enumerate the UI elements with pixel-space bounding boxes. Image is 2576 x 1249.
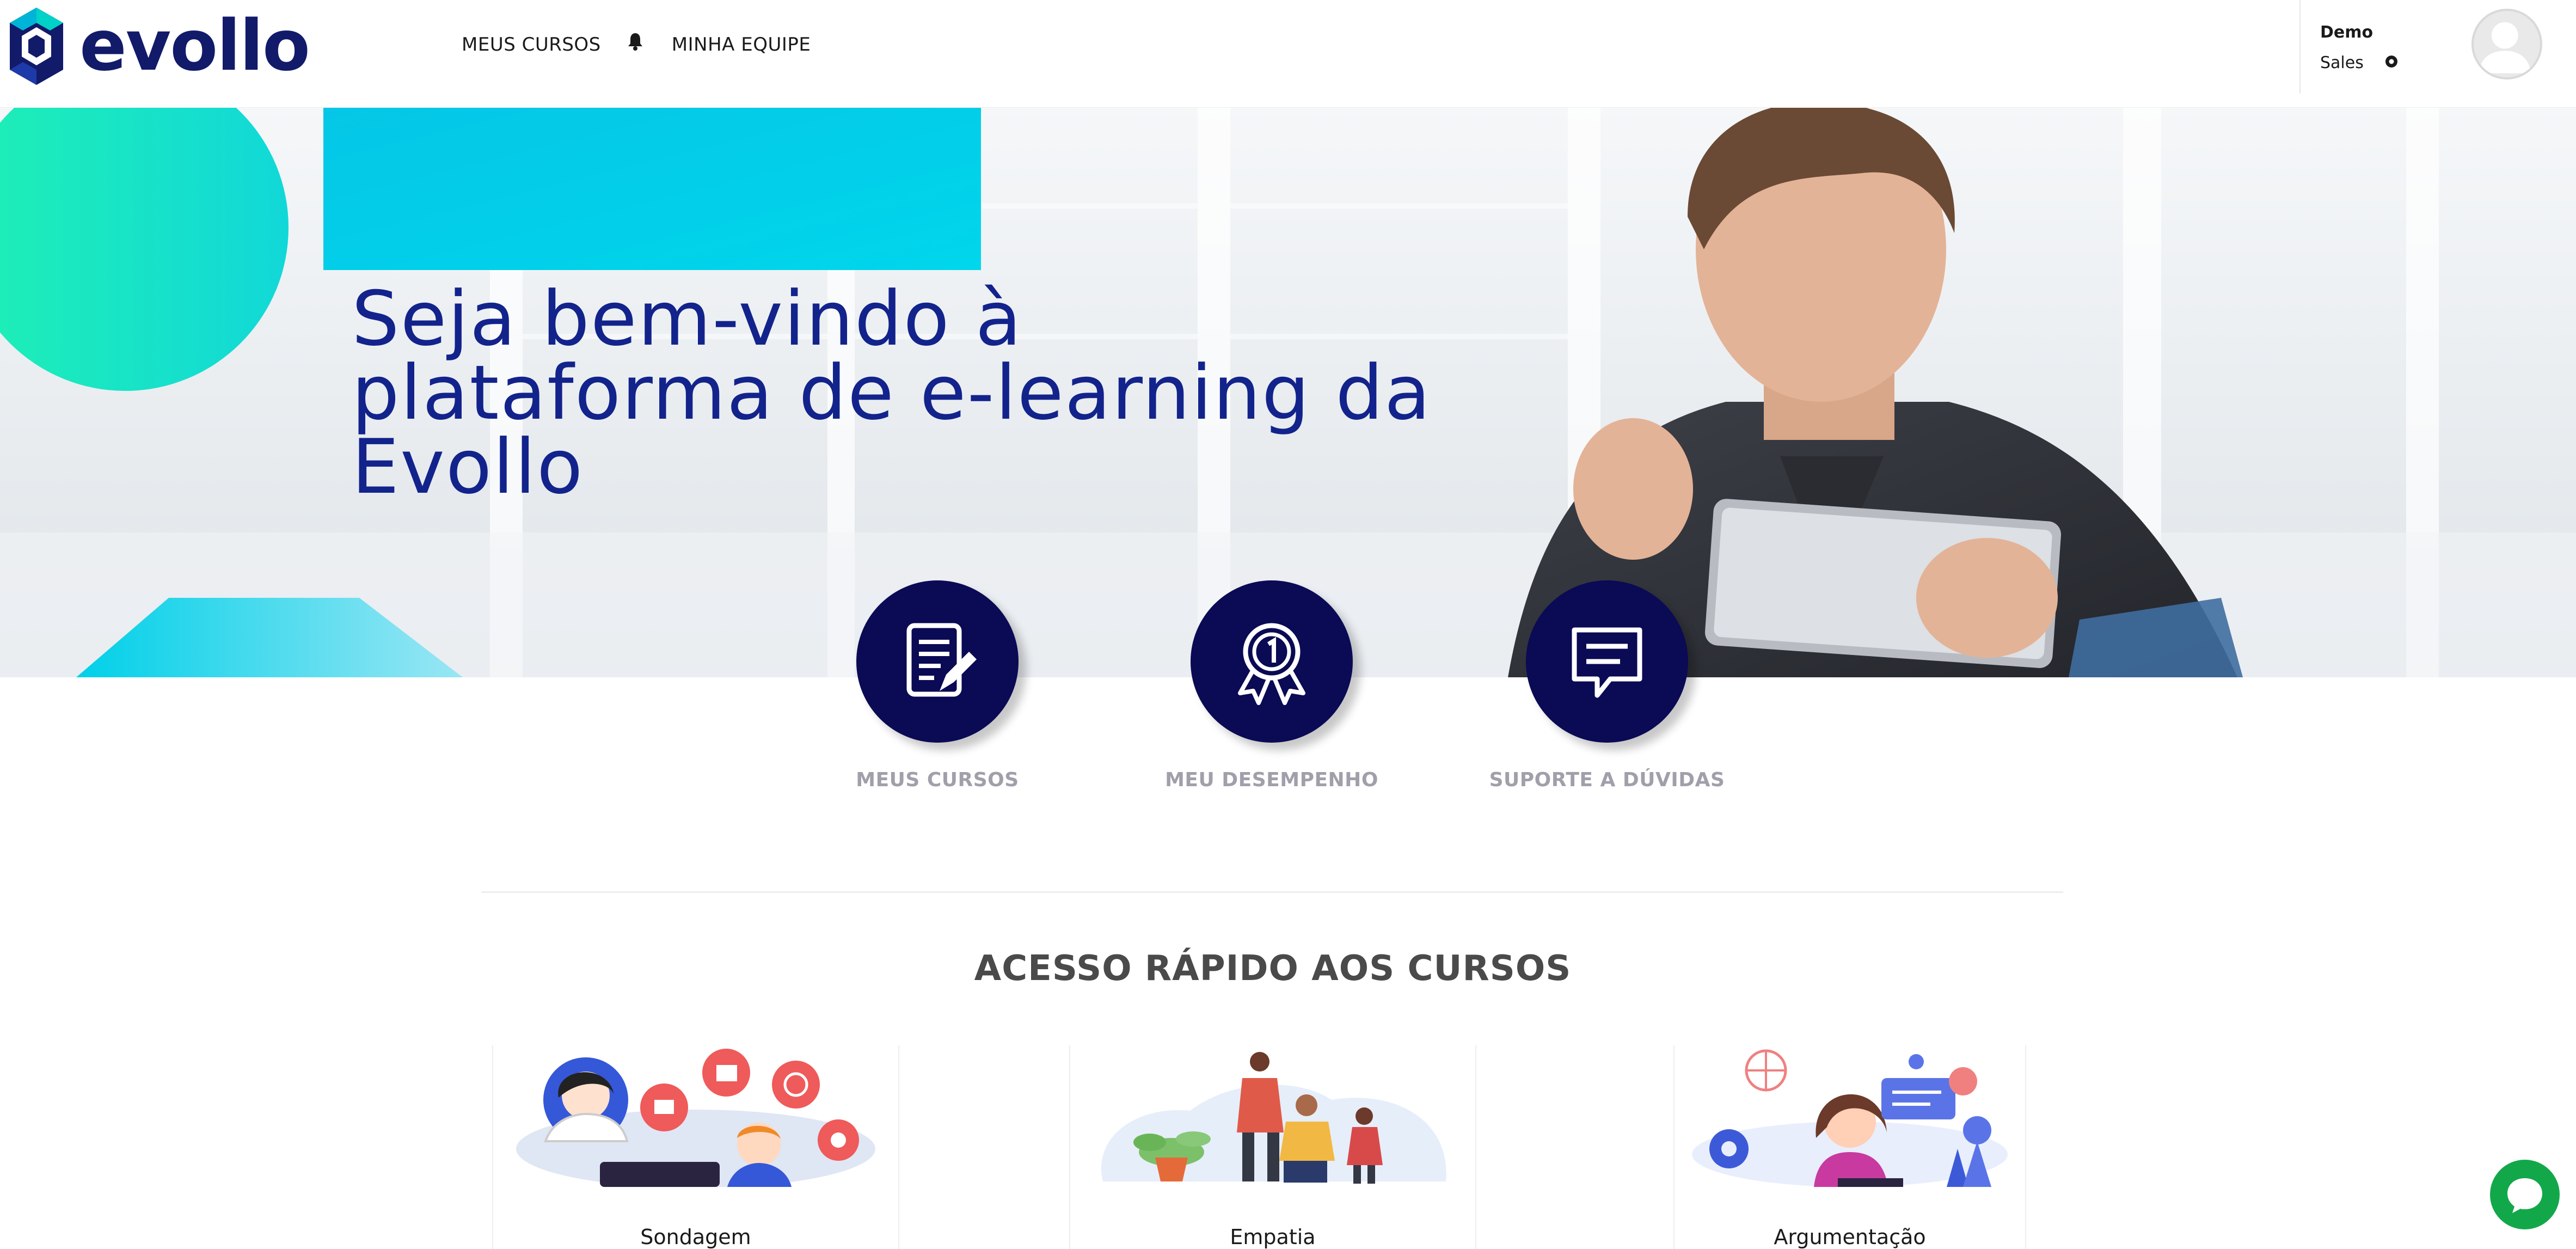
user-avatar-icon [2479,22,2531,74]
course-card-argumentacao[interactable]: Argumentação [1673,1045,2026,1249]
main-nav: MEUS CURSOS MINHA EQUIPE [462,33,811,57]
course-illustration-empatia [1101,1052,1446,1184]
nav-minha-equipe[interactable]: MINHA EQUIPE [672,34,811,56]
user-menu[interactable]: Demo Sales [2299,0,2576,94]
chat-message-icon [1572,627,1642,698]
feature-circle[interactable] [856,580,1019,743]
evollo-logo[interactable]: evollo [7,5,310,87]
section-title: ACESSO RÁPIDO AOS CURSOS [974,948,1572,989]
feature-meus-cursos[interactable]: MEUS CURSOS [769,580,1106,791]
chat-widget-button[interactable] [2490,1160,2560,1229]
feature-label: MEU DESEMPENHO [1165,769,1378,791]
course-label: Empatia [1230,1225,1316,1249]
avatar[interactable] [2471,9,2542,79]
course-label: Argumentação [1774,1225,1926,1249]
chat-bubble-icon [2507,1178,2542,1213]
award-medal-icon [1238,623,1305,705]
document-edit-icon [906,623,977,697]
bell-icon[interactable] [627,32,643,51]
section-divider [481,891,2063,893]
user-name: Demo [2320,23,2373,42]
feature-meu-desempenho[interactable]: MEU DESEMPENHO [1103,580,1440,791]
user-role: Sales [2320,53,2364,72]
feature-suporte-duvidas[interactable]: SUPORTE A DÚVIDAS [1438,580,1776,791]
course-card-sondagem[interactable]: Sondagem [492,1045,899,1249]
top-header: evollo MEUS CURSOS MINHA EQUIPE Demo Sal… [0,0,2576,108]
hero-title: Seja bem-vindo à plataforma de e-learnin… [352,275,1432,511]
feature-circle[interactable] [1526,580,1688,743]
feature-circle[interactable] [1191,580,1353,743]
nav-meus-cursos[interactable]: MEUS CURSOS [462,34,601,56]
gear-icon[interactable] [2383,53,2400,70]
evollo-logo-mark-icon [10,8,63,85]
course-illustration-argumentacao [1692,1049,2008,1187]
feature-label: SUPORTE A DÚVIDAS [1489,769,1725,791]
course-illustration-sondagem [516,1049,875,1187]
brand-name: evollo [79,5,310,87]
course-card-empatia[interactable]: Empatia [1069,1045,1476,1249]
course-label: Sondagem [640,1225,751,1249]
feature-label: MEUS CURSOS [856,769,1019,791]
